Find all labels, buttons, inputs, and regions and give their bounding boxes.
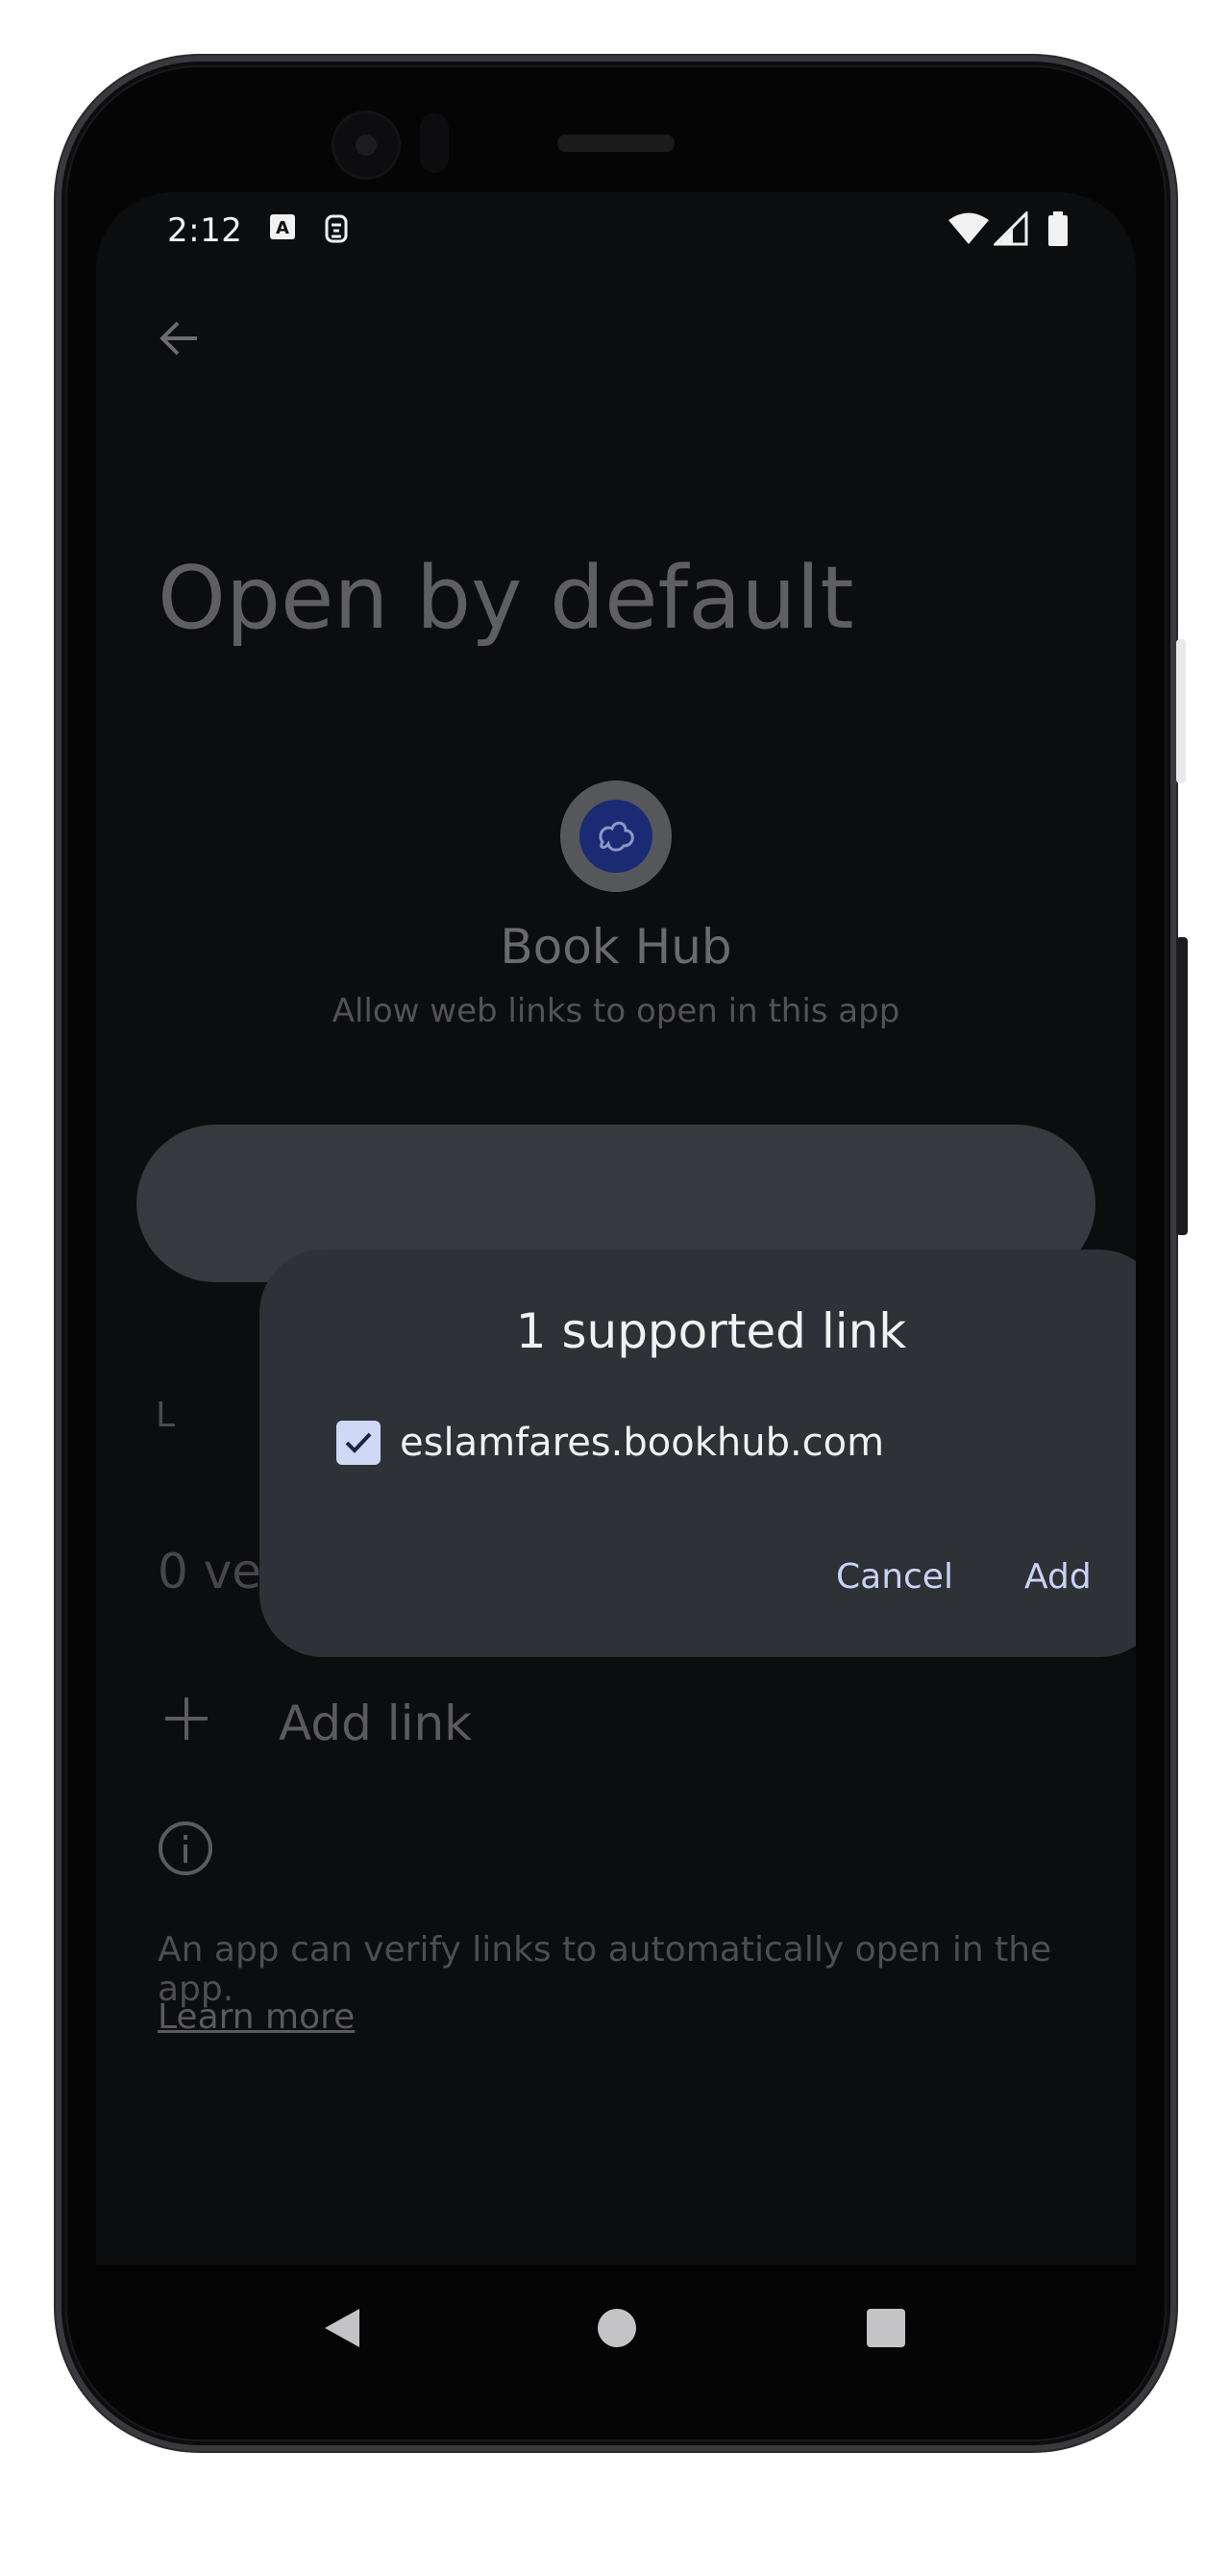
info-icon xyxy=(159,1821,212,1875)
plus-icon xyxy=(165,1697,208,1740)
status-time: 2:12 xyxy=(167,211,243,250)
nav-recents-icon[interactable] xyxy=(867,2309,905,2347)
link-checkbox-label: eslamfares.bookhub.com xyxy=(400,1421,885,1465)
app-icon xyxy=(560,780,672,892)
add-link-label: Add link xyxy=(279,1696,473,1751)
screen: 2:12 A Open by default Book Hub Allow we… xyxy=(96,192,1136,2386)
status-bar: 2:12 A xyxy=(96,192,1136,269)
app-subtitle: Allow web links to open in this app xyxy=(332,992,900,1030)
app-name: Book Hub xyxy=(500,919,732,975)
link-checkbox-row[interactable]: eslamfares.bookhub.com xyxy=(336,1419,884,1467)
power-button xyxy=(1176,937,1188,1235)
nav-back-icon[interactable] xyxy=(323,2307,361,2349)
volume-button xyxy=(1176,639,1186,783)
section-header-partial: L xyxy=(156,1396,176,1435)
dialog-title: 1 supported link xyxy=(515,1303,907,1359)
add-link-button[interactable]: Add link xyxy=(158,1669,1022,1776)
proximity-sensor xyxy=(420,113,449,173)
accessibility-icon xyxy=(325,214,348,243)
earpiece-speaker xyxy=(557,135,675,152)
keyboard-a-icon: A xyxy=(270,214,295,239)
wifi-icon xyxy=(948,212,989,244)
navigation-bar xyxy=(96,2265,1136,2386)
back-button[interactable] xyxy=(140,300,217,377)
book-hub-logo-icon xyxy=(579,800,652,873)
learn-more-link[interactable]: Learn more xyxy=(158,1997,355,2037)
check-icon xyxy=(345,1432,372,1453)
link-checkbox[interactable] xyxy=(336,1421,381,1465)
svg-text:A: A xyxy=(276,218,289,238)
back-arrow-icon xyxy=(160,321,197,356)
battery-icon xyxy=(1048,211,1068,246)
add-button[interactable]: Add xyxy=(1019,1549,1097,1604)
page-title: Open by default xyxy=(158,548,854,649)
supported-links-dialog: 1 supported link eslamfares.bookhub.com … xyxy=(259,1250,1136,1657)
cancel-button[interactable]: Cancel xyxy=(830,1549,959,1604)
signal-icon xyxy=(994,211,1028,246)
nav-home-icon[interactable] xyxy=(598,2309,636,2347)
front-camera xyxy=(334,113,398,177)
